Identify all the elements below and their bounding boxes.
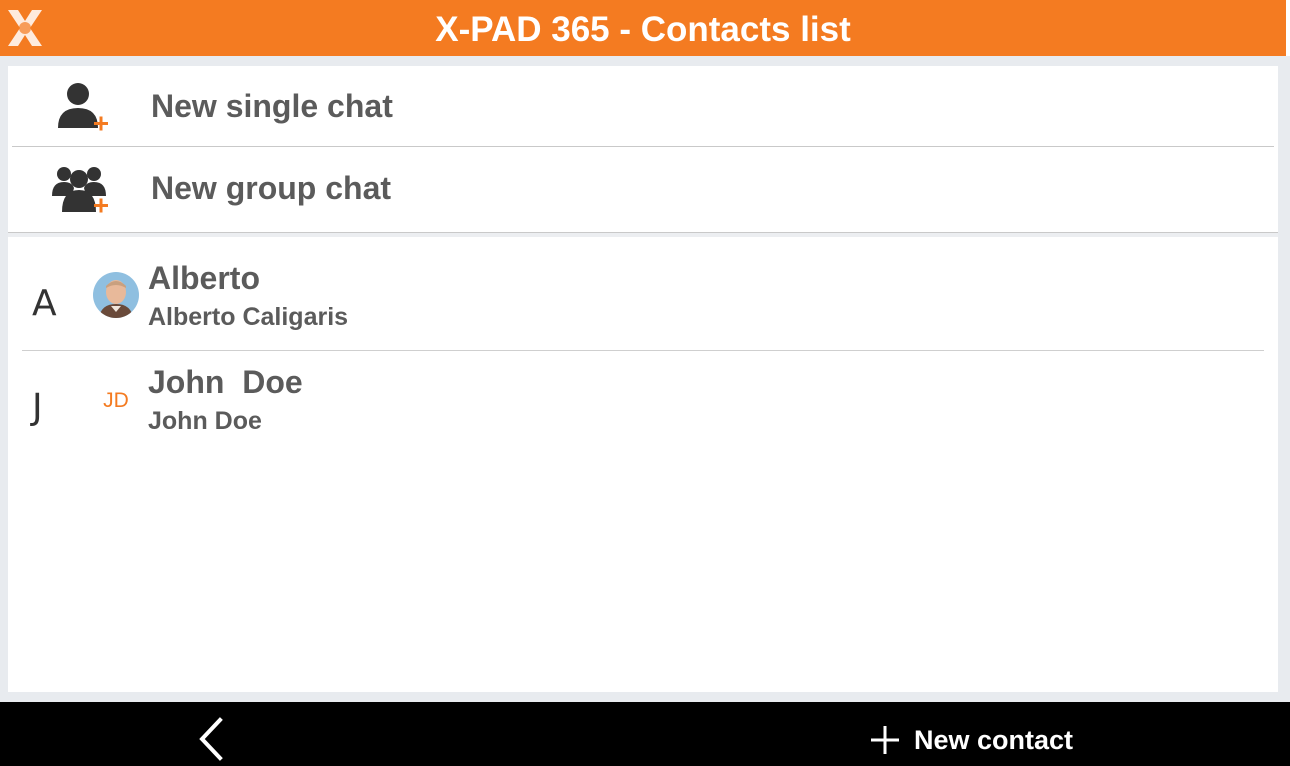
chevron-left-icon[interactable] xyxy=(192,716,232,762)
contact-row-john-doe[interactable]: J JD John Doe John Doe xyxy=(8,364,1278,472)
contact-full-name: Alberto Caligaris xyxy=(148,303,349,331)
new-contact-label: New contact xyxy=(914,725,1074,755)
section-separator xyxy=(8,233,1278,237)
add-group-icon xyxy=(52,167,108,213)
avatar xyxy=(93,272,139,318)
index-letter: A xyxy=(32,283,57,324)
page-title: X-PAD 365 - Contacts list xyxy=(435,10,851,49)
divider xyxy=(22,350,1264,351)
contact-name: Alberto xyxy=(148,260,260,296)
main-panel: New single chat New group chat A Alberto… xyxy=(8,66,1278,692)
new-group-chat-label: New group chat xyxy=(151,170,392,206)
new-contact-button[interactable]: New contact xyxy=(868,720,1073,760)
new-group-chat-row[interactable]: New group chat xyxy=(8,148,1278,232)
index-letter: J xyxy=(32,387,43,428)
plus-icon xyxy=(871,726,899,754)
new-single-chat-label: New single chat xyxy=(151,88,393,124)
contact-name: John Doe xyxy=(148,364,303,400)
contact-full-name: John Doe xyxy=(148,407,262,435)
add-user-icon xyxy=(58,83,108,131)
avatar-initials: JD xyxy=(103,389,129,412)
divider xyxy=(12,146,1274,147)
app-header: X-PAD 365 - Contacts list xyxy=(0,0,1290,56)
contact-row-alberto[interactable]: A Alberto Alberto Caligaris xyxy=(8,260,1278,368)
new-single-chat-row[interactable]: New single chat xyxy=(8,66,1278,150)
bottom-bar: New contact xyxy=(0,702,1290,766)
